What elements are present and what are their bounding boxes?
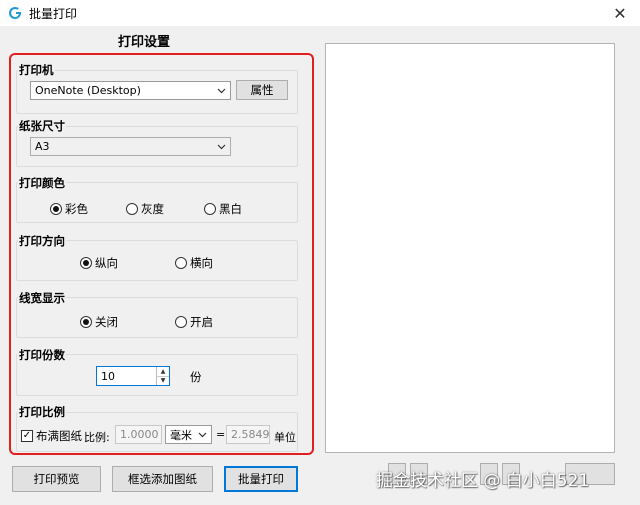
close-icon[interactable]: ✕: [610, 3, 630, 23]
paper-select[interactable]: A3: [30, 137, 231, 156]
watermark: 掘金技术社区 @ 白小白521: [376, 471, 590, 491]
radio-selected-icon: [50, 203, 62, 215]
checkmark-icon: ✓: [21, 430, 33, 442]
color-label: 打印颜色: [18, 175, 66, 191]
printer-label: 打印机: [18, 62, 55, 78]
fit-paper-label: 布满图纸: [36, 429, 82, 443]
printer-value: OneNote (Desktop): [35, 84, 141, 97]
paper-label: 纸张尺寸: [18, 118, 66, 134]
color-option-bw[interactable]: 黑白: [204, 201, 242, 217]
radio-selected-icon: [80, 257, 92, 269]
stepper-down-icon[interactable]: ▼: [157, 375, 169, 386]
copies-label: 打印份数: [18, 347, 66, 363]
chevron-down-icon: [215, 140, 227, 154]
window-title: 批量打印: [29, 6, 78, 21]
line-width-option-off[interactable]: 关闭: [80, 314, 118, 330]
unit-select-value: 毫米: [170, 428, 192, 442]
unit-label: 单位: [274, 431, 296, 444]
color-option-color[interactable]: 彩色: [50, 201, 88, 217]
radio-icon: [204, 203, 216, 215]
properties-button[interactable]: 属性: [236, 80, 288, 100]
orientation-option-label: 纵向: [95, 256, 118, 270]
line-width-option-on[interactable]: 开启: [175, 314, 213, 330]
line-width-option-label: 关闭: [95, 315, 118, 329]
scale-label: 打印比例: [18, 404, 66, 420]
color-option-gray[interactable]: 灰度: [126, 201, 164, 217]
color-option-label: 彩色: [65, 202, 88, 216]
batch-print-button[interactable]: 批量打印: [224, 466, 298, 492]
stepper-up-icon[interactable]: ▲: [157, 367, 169, 376]
copies-value: 10: [101, 369, 115, 383]
radio-selected-icon: [80, 316, 92, 328]
print-preview-button[interactable]: 打印预览: [12, 466, 101, 492]
title-bar: 批量打印 ✕: [0, 0, 640, 26]
copies-unit: 份: [190, 370, 202, 384]
copies-stepper[interactable]: 10 ▲ ▼: [96, 366, 170, 386]
orientation-label: 打印方向: [18, 233, 66, 249]
ratio-label: 比例:: [84, 431, 110, 444]
preview-pane: [325, 43, 615, 453]
unit-select[interactable]: 毫米: [165, 425, 212, 444]
paper-value: A3: [35, 140, 50, 153]
line-width-option-label: 开启: [190, 315, 213, 329]
ratio-input[interactable]: 1.0000: [115, 425, 162, 444]
line-width-label: 线宽显示: [18, 290, 66, 306]
radio-icon: [126, 203, 138, 215]
orientation-option-landscape[interactable]: 横向: [175, 255, 213, 271]
chevron-down-icon: [196, 428, 208, 442]
unit-value-input[interactable]: 2.5849: [226, 425, 270, 444]
fit-paper-checkbox[interactable]: ✓ 布满图纸: [21, 428, 82, 444]
unit-value: 2.5849: [231, 428, 270, 441]
color-option-label: 黑白: [219, 202, 242, 216]
ratio-value: 1.0000: [120, 428, 159, 441]
app-logo-icon: [7, 5, 23, 21]
radio-icon: [175, 257, 187, 269]
add-drawings-button[interactable]: 框选添加图纸: [112, 466, 213, 492]
stepper-arrows: ▲ ▼: [156, 367, 169, 385]
settings-title: 打印设置: [118, 35, 171, 50]
radio-icon: [175, 316, 187, 328]
orientation-option-portrait[interactable]: 纵向: [80, 255, 118, 271]
equals-sign: =: [216, 428, 226, 441]
color-option-label: 灰度: [141, 202, 164, 216]
orientation-option-label: 横向: [190, 256, 213, 270]
chevron-down-icon: [215, 84, 227, 98]
printer-select[interactable]: OneNote (Desktop): [30, 81, 231, 100]
